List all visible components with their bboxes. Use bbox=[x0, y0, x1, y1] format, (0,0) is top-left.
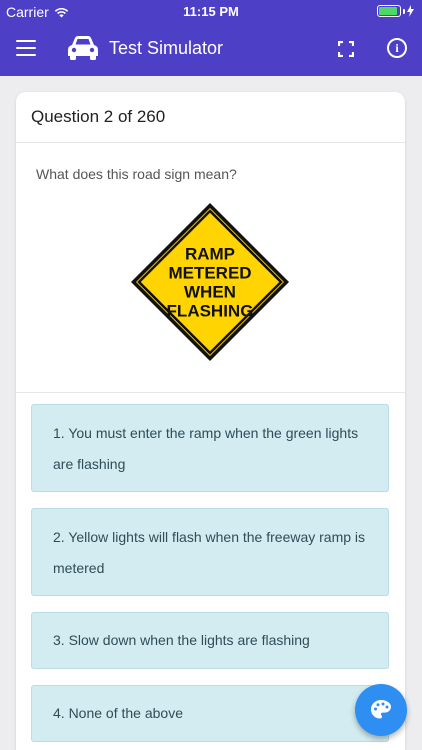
charging-icon bbox=[407, 5, 414, 17]
road-sign-line: METERED bbox=[168, 264, 251, 283]
road-sign-line: FLASHING bbox=[167, 302, 254, 321]
info-icon[interactable]: i bbox=[387, 38, 407, 58]
app-bar: Test Simulator i bbox=[0, 22, 422, 76]
answer-option-4[interactable]: 4. None of the above bbox=[31, 685, 389, 742]
question-header: Question 2 of 260 bbox=[16, 92, 405, 143]
answer-option-1[interactable]: 1. You must enter the ramp when the gree… bbox=[31, 404, 389, 492]
divider bbox=[16, 392, 405, 393]
car-icon bbox=[68, 36, 98, 60]
answer-option-3[interactable]: 3. Slow down when the lights are flashin… bbox=[31, 612, 389, 669]
road-sign-image: RAMP METERED WHEN FLASHING bbox=[131, 203, 289, 361]
status-bar: Carrier 11:15 PM bbox=[0, 0, 422, 22]
menu-icon[interactable] bbox=[16, 40, 36, 56]
battery-icon bbox=[377, 5, 414, 17]
app-title: Test Simulator bbox=[109, 38, 224, 58]
road-sign-line: RAMP bbox=[185, 245, 235, 264]
fullscreen-icon[interactable] bbox=[338, 41, 354, 57]
theme-palette-button[interactable] bbox=[355, 684, 407, 736]
question-prompt: What does this road sign mean? bbox=[36, 166, 237, 182]
clock: 11:15 PM bbox=[183, 4, 239, 19]
battery-level bbox=[379, 7, 397, 15]
answer-option-2[interactable]: 2. Yellow lights will flash when the fre… bbox=[31, 508, 389, 596]
palette-icon bbox=[371, 700, 391, 719]
road-sign-line: WHEN bbox=[184, 283, 236, 302]
